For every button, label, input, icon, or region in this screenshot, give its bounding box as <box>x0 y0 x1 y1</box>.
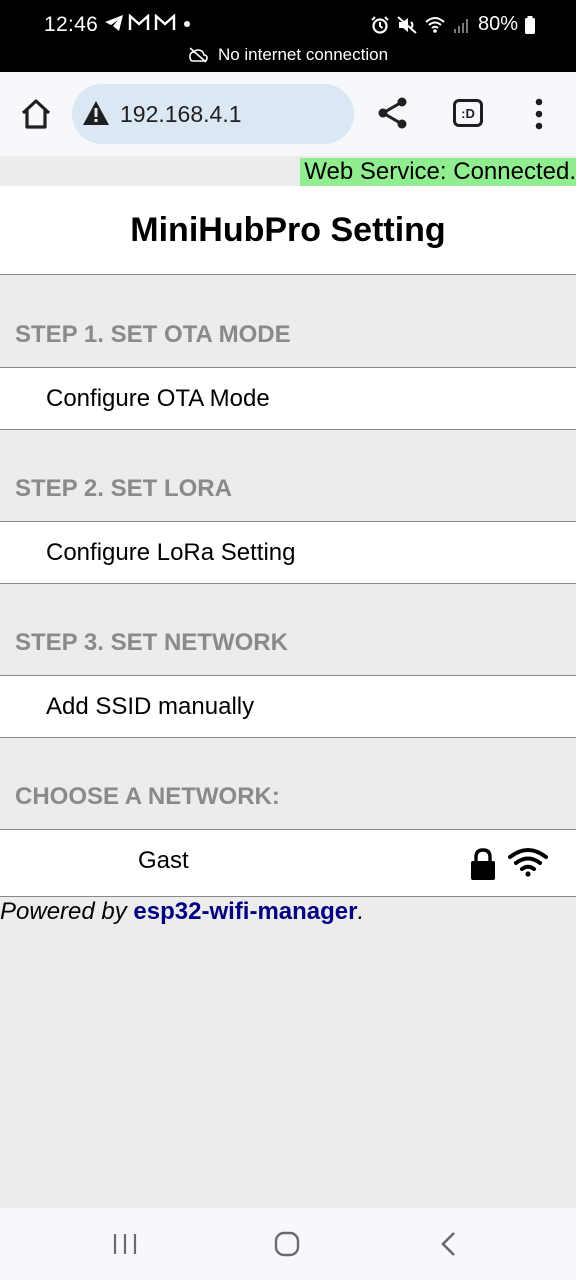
more-notifications-dot-icon <box>184 21 190 27</box>
alarm-icon <box>371 15 389 34</box>
system-navigation-bar <box>0 1208 576 1280</box>
tab-switcher-button[interactable]: :D <box>453 99 483 127</box>
battery-icon <box>525 15 535 34</box>
page-title: MiniHubPro Setting <box>130 210 446 249</box>
configure-ota-mode-item[interactable]: Configure OTA Mode <box>0 367 576 430</box>
section-heading-ota: STEP 1. SET OTA MODE <box>15 321 291 348</box>
telegram-icon <box>105 15 123 31</box>
home-icon[interactable] <box>18 96 54 132</box>
system-icons: 80% <box>370 13 536 36</box>
web-page: Web Service: Connected. MiniHubPro Setti… <box>0 156 576 1208</box>
gmail-icon-2 <box>154 14 176 30</box>
browser-toolbar: 192.168.4.1 :D <box>0 72 576 156</box>
no-internet-text: No internet connection <box>217 45 389 64</box>
gmail-icon <box>128 14 150 30</box>
nav-home-icon[interactable] <box>274 1230 300 1258</box>
recent-apps-icon[interactable] <box>112 1232 138 1256</box>
battery-percent: 80% <box>477 13 518 35</box>
web-service-status: Web Service: Connected. <box>300 158 576 186</box>
add-ssid-manually-item[interactable]: Add SSID manually <box>0 675 576 738</box>
mute-icon <box>397 15 417 34</box>
more-vert-icon[interactable] <box>530 98 548 130</box>
address-bar[interactable]: 192.168.4.1 <box>72 84 354 144</box>
status-bar: 12:46 80% No internet connection <box>0 0 576 72</box>
status-time: 12:46 <box>44 13 99 36</box>
wifi-status-icon <box>425 16 445 33</box>
wifi-signal-icon <box>508 848 548 877</box>
cloud-off-icon <box>189 47 208 63</box>
back-icon[interactable] <box>438 1230 460 1258</box>
configure-lora-item[interactable]: Configure LoRa Setting <box>0 521 576 584</box>
footer-suffix: . <box>357 898 365 925</box>
notification-icons <box>104 14 194 32</box>
network-ssid: Gast <box>138 847 189 874</box>
section-heading-choose-network: CHOOSE A NETWORK: <box>15 783 280 810</box>
lock-icon <box>471 848 495 880</box>
not-secure-warning-icon[interactable] <box>82 100 110 126</box>
page-header: MiniHubPro Setting <box>0 186 576 275</box>
section-heading-lora: STEP 2. SET LORA <box>15 475 232 502</box>
share-icon[interactable] <box>376 96 410 130</box>
signal-icon <box>453 18 468 33</box>
powered-by-footer: Powered by esp32-wifi-manager. <box>0 898 364 926</box>
section-heading-network: STEP 3. SET NETWORK <box>15 629 288 656</box>
url-text[interactable]: 192.168.4.1 <box>120 101 242 128</box>
footer-prefix: Powered by <box>0 898 134 925</box>
no-internet-banner: No internet connection <box>0 45 576 65</box>
esp32-wifi-manager-link[interactable]: esp32-wifi-manager <box>133 898 357 925</box>
network-list-item[interactable]: Gast <box>0 829 576 897</box>
